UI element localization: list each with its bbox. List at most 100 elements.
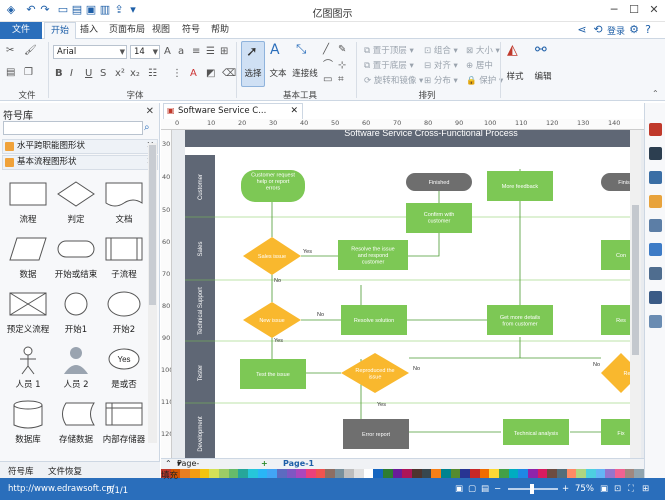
pen-tool-icon[interactable]: ✎ xyxy=(338,43,346,57)
fit-width-icon[interactable]: ⊡ xyxy=(614,484,621,494)
color-swatch[interactable] xyxy=(334,469,345,478)
edit-icon[interactable]: ⚯ xyxy=(535,43,547,57)
close-button[interactable]: ✕ xyxy=(644,2,664,18)
layers-icon[interactable] xyxy=(649,195,662,208)
color-swatch[interactable] xyxy=(431,469,442,478)
bold-icon[interactable]: B xyxy=(55,67,63,81)
tab-symbol-library[interactable]: 符号库 xyxy=(8,465,34,477)
canvas-area[interactable]: Software Service Cross-Functional Proces… xyxy=(161,119,644,458)
text-tool-label[interactable]: 文本 xyxy=(266,67,290,79)
format-painter-icon[interactable]: 🖌 xyxy=(24,44,37,58)
shape-start1-shape[interactable]: 开始1 xyxy=(51,285,101,337)
color-swatch[interactable] xyxy=(624,469,635,478)
color-swatch[interactable] xyxy=(566,469,577,478)
italic-icon[interactable]: I xyxy=(70,67,73,81)
shape-start2-shape[interactable]: 开始2 xyxy=(99,285,149,337)
page-properties-icon[interactable] xyxy=(649,219,662,232)
login-link[interactable]: 登录 xyxy=(607,24,625,37)
color-swatch[interactable] xyxy=(498,469,509,478)
crop-tool-icon[interactable]: ⌗ xyxy=(338,73,344,87)
color-swatch[interactable] xyxy=(276,469,287,478)
send-back-button[interactable]: ⧉ 置于底层 ▾ xyxy=(364,59,414,71)
color-swatch[interactable] xyxy=(257,469,268,478)
color-swatch[interactable] xyxy=(556,469,567,478)
tab-help[interactable]: 帮助 xyxy=(205,22,235,39)
shape-yes-no-shape[interactable]: Yes 是或否 xyxy=(99,340,149,392)
view-normal-icon[interactable]: ▣ xyxy=(455,484,463,494)
color-swatch[interactable] xyxy=(402,469,413,478)
color-swatch[interactable] xyxy=(218,469,229,478)
maximize-button[interactable]: ☐ xyxy=(624,2,644,18)
close-icon[interactable]: ✕ xyxy=(146,106,154,117)
settings-icon[interactable]: ⚙ xyxy=(627,23,641,37)
color-swatch[interactable] xyxy=(634,469,644,478)
document-tab[interactable]: ▣ Software Service C... ✕ xyxy=(163,103,303,119)
color-swatch[interactable] xyxy=(286,469,297,478)
category-cross-functional[interactable]: 水平跨职能图形状✕ xyxy=(2,139,158,154)
note-icon[interactable] xyxy=(649,267,662,280)
tab-view[interactable]: 视图 xyxy=(146,22,176,39)
color-swatch[interactable] xyxy=(354,469,364,478)
view-page-icon[interactable]: ▤ xyxy=(481,484,489,494)
color-palette[interactable] xyxy=(161,469,644,478)
shadow-icon[interactable] xyxy=(649,171,662,184)
search-icon[interactable]: ⌕ xyxy=(144,121,150,135)
point-tool-icon[interactable]: ⊹ xyxy=(338,59,346,73)
color-swatch[interactable] xyxy=(363,469,374,478)
scrollbar-thumb[interactable] xyxy=(149,145,156,305)
color-swatch[interactable] xyxy=(489,469,499,478)
color-swatch[interactable] xyxy=(460,469,470,478)
color-swatch[interactable] xyxy=(421,469,432,478)
page-select[interactable]: Page-1 ▾ xyxy=(177,459,199,477)
hyperlink-icon[interactable] xyxy=(649,243,662,256)
website-link[interactable]: http://www.edrawsoft.cn/ xyxy=(8,484,115,494)
view-fit-icon[interactable]: ▢ xyxy=(468,484,476,494)
shape-internal-storage-shape[interactable]: 内部存储器 xyxy=(99,395,149,447)
font-name-select[interactable]: Arial ▼ xyxy=(53,45,127,59)
text-tool-icon[interactable]: A xyxy=(270,43,280,57)
shape-document-shape[interactable]: 文档 xyxy=(99,175,149,227)
color-swatch[interactable] xyxy=(585,469,596,478)
font-size-select[interactable]: 14 ▼ xyxy=(130,45,160,59)
zoom-out-icon[interactable]: − xyxy=(494,484,501,494)
color-swatch[interactable] xyxy=(305,469,316,478)
color-swatch[interactable] xyxy=(605,469,615,478)
connector-tool-icon[interactable]: ⤡ xyxy=(296,43,306,57)
help-icon[interactable]: ? xyxy=(641,23,655,37)
line-format-icon[interactable] xyxy=(649,147,662,160)
rect-tool-icon[interactable]: ▭ xyxy=(323,73,332,87)
fit-page-icon[interactable]: ▣ xyxy=(600,484,608,494)
shape-process-shape[interactable]: 流程 xyxy=(3,175,53,227)
tab-file[interactable]: 文件 xyxy=(0,22,42,39)
close-icon[interactable]: ✕ xyxy=(290,104,298,118)
font-color-icon[interactable]: A xyxy=(190,67,197,81)
shape-data-shape[interactable]: 数据 xyxy=(3,230,53,282)
clear-format-icon[interactable]: ⌫ xyxy=(222,67,236,81)
color-swatch[interactable] xyxy=(373,469,384,478)
group-button[interactable]: ⊡ 组合 ▾ xyxy=(424,44,458,56)
shape-database-shape[interactable]: 数据库 xyxy=(3,395,53,447)
color-swatch[interactable] xyxy=(595,469,606,478)
line-tool-icon[interactable]: ╱ xyxy=(323,43,329,57)
expand-icon[interactable] xyxy=(649,315,662,328)
library-scrollbar[interactable] xyxy=(148,143,157,443)
shape-stored-data-shape[interactable]: 存储数据 xyxy=(51,395,101,447)
highlight-icon[interactable]: ◩ xyxy=(206,67,215,81)
color-swatch[interactable] xyxy=(527,469,538,478)
style-label[interactable]: 样式 xyxy=(504,70,526,82)
color-swatch[interactable] xyxy=(199,469,210,478)
shape-terminator-shape[interactable]: 开始或结束 xyxy=(51,230,101,282)
color-swatch[interactable] xyxy=(325,469,335,478)
image-icon[interactable] xyxy=(649,291,662,304)
fullscreen-icon[interactable]: ⛶ xyxy=(628,484,634,494)
color-swatch[interactable] xyxy=(238,469,248,478)
settings-icon[interactable]: ⊞ xyxy=(642,484,649,494)
share-icon[interactable]: ⋖ xyxy=(575,23,589,37)
active-page-tab[interactable]: Page-1 xyxy=(283,459,314,468)
color-swatch[interactable] xyxy=(547,469,557,478)
paste-icon[interactable]: ▤ xyxy=(6,66,15,80)
underline-icon[interactable]: U xyxy=(85,67,92,81)
subscript-icon[interactable]: x₂ xyxy=(130,67,140,81)
scrollbar-thumb[interactable] xyxy=(632,205,639,355)
arc-tool-icon[interactable]: ⌒ xyxy=(323,59,333,73)
